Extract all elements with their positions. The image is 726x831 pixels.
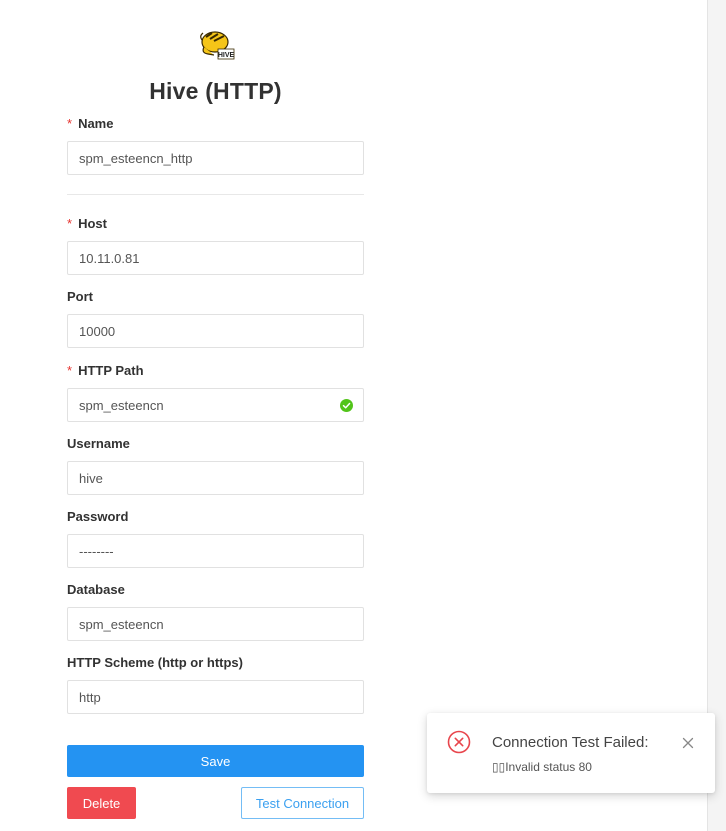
host-label: * Host [67, 216, 107, 231]
divider [67, 194, 364, 195]
scrollbar-track[interactable] [707, 0, 726, 831]
page-title: Hive (HTTP) [149, 78, 282, 104]
http-path-label-text: HTTP Path [78, 363, 144, 378]
name-value: spm_esteencn_http [79, 150, 193, 166]
http-path-label: * HTTP Path [67, 363, 144, 378]
required-marker: * [67, 116, 73, 131]
password-input[interactable]: -------- [67, 534, 364, 568]
notification-message: ▯▯Invalid status 80 [492, 760, 592, 774]
name-label-text: Name [78, 116, 114, 131]
required-marker: * [67, 363, 73, 378]
check-circle-icon [340, 399, 353, 412]
username-input[interactable]: hive [67, 461, 364, 495]
delete-button[interactable]: Delete [67, 787, 136, 819]
host-input[interactable]: 10.11.0.81 [67, 241, 364, 275]
password-label-text: Password [67, 509, 129, 524]
http-path-value: spm_esteencn [79, 397, 164, 413]
port-input[interactable]: 10000 [67, 314, 364, 348]
password-value: -------- [79, 543, 114, 559]
error-notification: Connection Test Failed: ▯▯Invalid status… [427, 713, 715, 793]
http-scheme-label-text: HTTP Scheme (http or https) [67, 655, 243, 670]
password-label: Password [67, 509, 128, 524]
hive-logo-icon: HIVE [200, 31, 235, 60]
close-icon[interactable] [682, 737, 694, 749]
database-value: spm_esteencn [79, 616, 164, 632]
test-connection-button[interactable]: Test Connection [241, 787, 364, 819]
name-input[interactable]: spm_esteencn_http [67, 141, 364, 175]
port-value: 10000 [79, 323, 116, 339]
host-label-text: Host [78, 216, 107, 231]
database-label: Database [67, 582, 125, 597]
database-input[interactable]: spm_esteencn [67, 607, 364, 641]
name-label: * Name [67, 116, 113, 131]
save-button[interactable]: Save [67, 745, 364, 777]
http-scheme-input[interactable]: http [67, 680, 364, 714]
username-label-text: Username [67, 436, 130, 451]
port-label: Port [67, 289, 93, 304]
error-circle-icon [447, 730, 471, 754]
svg-text:HIVE: HIVE [218, 52, 235, 59]
http-scheme-label: HTTP Scheme (http or https) [67, 655, 243, 670]
username-label: Username [67, 436, 130, 451]
http-path-input[interactable]: spm_esteencn [67, 388, 364, 422]
host-value: 10.11.0.81 [79, 250, 140, 266]
username-value: hive [79, 470, 103, 486]
http-scheme-value: http [79, 689, 101, 705]
notification-title: Connection Test Failed: [492, 734, 649, 751]
database-label-text: Database [67, 582, 125, 597]
port-label-text: Port [67, 289, 93, 304]
required-marker: * [67, 216, 73, 231]
